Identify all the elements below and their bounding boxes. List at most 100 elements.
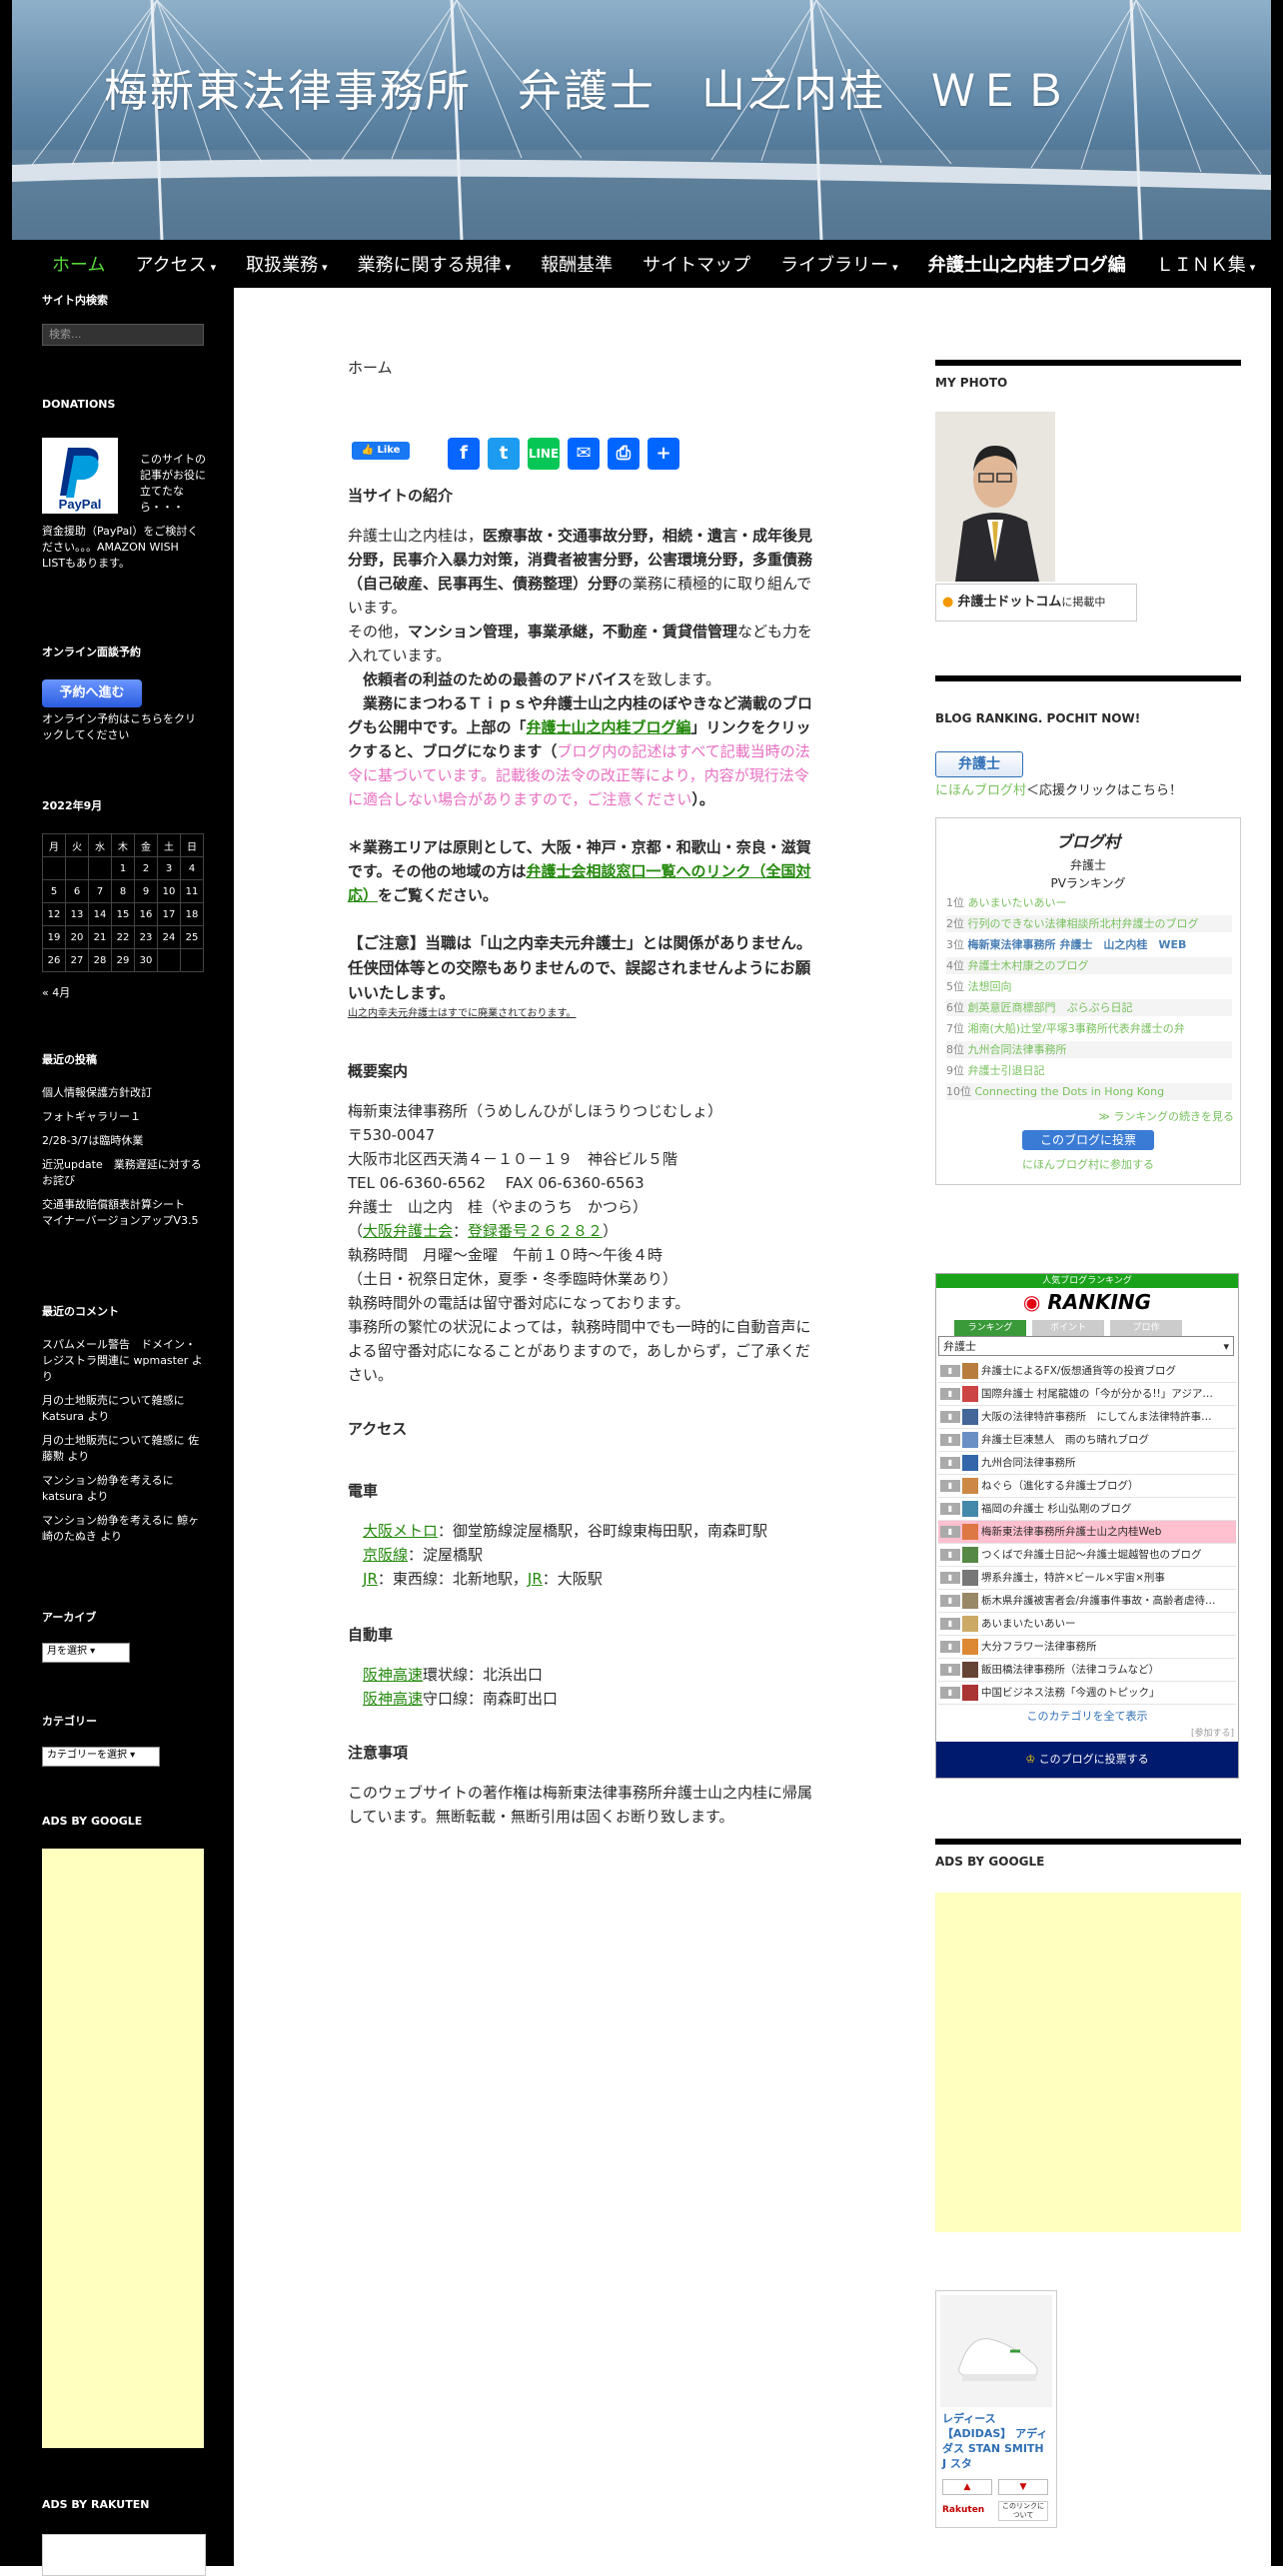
jr-link[interactable]: JR xyxy=(363,1570,378,1588)
hanshin-expressway-link[interactable]: 阪神高速 xyxy=(363,1666,423,1684)
nav-item-0[interactable]: ホーム xyxy=(52,251,105,277)
ninki-category-select[interactable]: 弁護士 ▾ xyxy=(938,1336,1234,1356)
nav-item-1[interactable]: アクセス ▾ xyxy=(135,251,216,277)
recent-post-link[interactable]: 交通事故賠償額表計算シート マイナーバージョンアップV3.5 xyxy=(42,1197,204,1229)
ninki-ranking-row[interactable]: ▮ 国際弁護士 村尾龍雄の「今が分かる!!」アジア… xyxy=(938,1383,1236,1406)
rakuten-note-link[interactable]: このリンクについて xyxy=(998,2501,1048,2521)
recent-comment-item[interactable]: マンション紛争を考えるに katsura より xyxy=(42,1473,204,1505)
widget-divider xyxy=(935,360,1241,366)
recent-post-link[interactable]: 近況update 業務遅延に対するお詫び xyxy=(42,1157,204,1189)
recent-post-link[interactable]: 2/28-3/7は臨時休業 xyxy=(42,1133,204,1149)
mura-ranking-row[interactable]: 10位 Connecting the Dots in Hong Kong xyxy=(946,1083,1232,1100)
mura-ranking-row[interactable]: 2位 行列のできない法律相談所北村弁護士のブログ xyxy=(946,915,1232,932)
left-google-ad[interactable] xyxy=(42,1849,204,2448)
ninki-ranking-row[interactable]: ▮ 大分フラワー法律事務所 xyxy=(938,1636,1236,1659)
recent-post-link[interactable]: フォトギャラリー１ xyxy=(42,1109,204,1125)
nav-item-6[interactable]: ライブラリー ▾ xyxy=(780,251,898,277)
ninki-ranking-row[interactable]: ▮ 九州合同法律事務所 xyxy=(938,1452,1236,1475)
profile-photo[interactable] xyxy=(935,412,1055,582)
mura-vote-button[interactable]: このブログに投票 xyxy=(1022,1130,1154,1150)
search-input[interactable]: 検索... xyxy=(42,324,204,346)
categories-select[interactable]: カテゴリーを選択 ▾ xyxy=(42,1747,160,1767)
mura-badge[interactable]: 弁護士 xyxy=(935,751,1023,777)
facebook-icon[interactable]: f xyxy=(448,438,480,470)
recent-comment-item[interactable]: 月の土地販売について雑感に 佐藤勲 より xyxy=(42,1433,204,1465)
ninki-ranking-row[interactable]: ▮ 梅新東法律事務所弁護士山之内桂Web xyxy=(938,1521,1236,1544)
print-icon[interactable]: ⎙ xyxy=(608,438,640,470)
recent-comment-item[interactable]: スパムメール警告 ドメイン・レジストラ関連に wpmaster より xyxy=(42,1337,204,1385)
registration-number-link[interactable]: 登録番号２６２８２ xyxy=(468,1222,603,1240)
ninki-tab[interactable]: ポイント xyxy=(1032,1320,1104,1336)
site-header-image[interactable]: 梅新東法律事務所 弁護士 山之内桂 ＷＥＢ xyxy=(12,0,1271,240)
mura-join-link[interactable]: にほんブログ村に参加する xyxy=(936,1156,1240,1172)
line-icon[interactable]: LINE xyxy=(528,438,560,470)
ninki-ranking-row[interactable]: ▮ あいまいたいあいー xyxy=(938,1613,1236,1636)
recent-post-link[interactable]: 個人情報保護方針改訂 xyxy=(42,1085,204,1101)
ninki-ranking-row[interactable]: ▮ 堺系弁護士，特許×ビール×宇宙×刑事 xyxy=(938,1567,1236,1590)
mura-ranking-row[interactable]: 6位 創英意匠商標部門 ぷらぷら日記 xyxy=(946,999,1232,1016)
mura-more-link[interactable]: ≫ ランキングの続きを見る xyxy=(1098,1108,1234,1124)
ninki-logo[interactable]: ◉ RANKING xyxy=(936,1290,1238,1314)
ninki-vote-button[interactable]: ♔ このブログに投票する xyxy=(936,1742,1238,1778)
rakuten-item-title[interactable]: レディース 【ADIDAS】 アディダス STAN SMITH J スタ xyxy=(942,2411,1050,2471)
archives-select[interactable]: 月を選択 ▾ xyxy=(42,1643,130,1663)
booking-button[interactable]: 予約へ進む xyxy=(42,679,142,707)
notice-small-link[interactable]: 山之内幸夫元弁護士はすでに廃業されております。 xyxy=(348,1007,577,1021)
ninki-ranking-row[interactable]: ▮ 弁護士巨凍慧人 雨のち晴れブログ xyxy=(938,1429,1236,1452)
paypal-button[interactable]: PayPal xyxy=(42,438,118,514)
jr-link-2[interactable]: JR xyxy=(528,1570,543,1588)
nav-item-8[interactable]: ＬＩＮＫ集 ▾ xyxy=(1156,251,1256,277)
nav-item-7[interactable]: 弁護士山之内桂ブログ編 xyxy=(928,251,1126,277)
mura-ranking-row[interactable]: 7位 湘南(大船)辻堂/平塚3事務所代表弁護士の弁 xyxy=(946,1020,1232,1037)
rakuten-ad[interactable]: レディース 【ADIDAS】 アディダス STAN SMITH J スタ ▲ ▼… xyxy=(935,2290,1057,2528)
prev-arrow-button[interactable]: ▲ xyxy=(942,2479,992,2495)
train-3-text-2: ：大阪駅 xyxy=(542,1570,603,1588)
right-google-ad[interactable] xyxy=(935,1893,1241,2232)
ninki-ranking-row[interactable]: ▮ つくばで弁護士日記～弁護士堀越智也のブログ xyxy=(938,1544,1236,1567)
bengo-dotcom-badge[interactable]: ● 弁護士ドットコムに掲載中 xyxy=(935,584,1137,622)
keihan-link[interactable]: 京阪線 xyxy=(363,1546,408,1564)
nav-item-5[interactable]: サイトマップ xyxy=(642,251,750,277)
ninki-tab[interactable]: ランキング xyxy=(954,1320,1026,1336)
mura-ranking-widget: ブログ村 弁護士 PVランキング 1位 あいまいたいあいー 2位 行列のできない法… xyxy=(935,817,1241,1185)
osaka-metro-link[interactable]: 大阪メトロ xyxy=(363,1522,438,1540)
mura-ranking-row[interactable]: 8位 九州合同法律事務所 xyxy=(946,1041,1232,1058)
mura-ranking-row[interactable]: 5位 法想回向 xyxy=(946,978,1232,995)
hanshin-expressway-link-2[interactable]: 阪神高速 xyxy=(363,1690,423,1708)
blog-link[interactable]: 弁護士山之内桂ブログ編 xyxy=(527,718,691,736)
recent-comment-item[interactable]: マンション紛争を考えるに 鯨ヶ崎のたぬき より xyxy=(42,1513,204,1545)
nav-item-3[interactable]: 業務に関する規律 ▾ xyxy=(358,251,512,277)
ninki-ranking-row[interactable]: ▮ 福岡の弁護士 杉山弘剛のブログ xyxy=(938,1498,1236,1521)
mura-ranking-row[interactable]: 3位 梅新東法律事務所 弁護士 山之内桂 WEB xyxy=(946,936,1232,953)
nav-item-2[interactable]: 取扱業務 ▾ xyxy=(246,251,328,277)
shoe-image[interactable] xyxy=(940,2295,1052,2407)
ninki-ranking-row[interactable]: ▮ 飯田橋法律事務所（法律コラムなど） xyxy=(938,1659,1236,1682)
ninki-ranking-row[interactable]: ▮ 弁護士によるFX/仮想通貨等の投資ブログ xyxy=(938,1360,1236,1383)
share-icon[interactable]: + xyxy=(647,438,679,470)
next-arrow-button[interactable]: ▼ xyxy=(998,2479,1048,2495)
ninki-ranking-row[interactable]: ▮ 大阪の法律特許事務所 にしてんま法律特許事… xyxy=(938,1406,1236,1429)
email-icon[interactable]: ✉ xyxy=(568,438,600,470)
mura-ranking-row[interactable]: 1位 あいまいたいあいー xyxy=(946,894,1232,911)
ninki-all-link[interactable]: このカテゴリを全て表示 xyxy=(936,1708,1238,1724)
mura-ranking-row[interactable]: 4位 弁護士木村康之のブログ xyxy=(946,957,1232,974)
fb-like-button[interactable]: 👍 Like xyxy=(352,442,410,460)
twitter-icon[interactable]: t xyxy=(488,438,520,470)
ninki-ranking-row[interactable]: ▮ 中国ビジネス法務「今週のトピック」 xyxy=(938,1682,1236,1705)
booking-text[interactable]: オンライン予約はこちらをクリックしてください xyxy=(42,711,204,743)
blog-thumbnail-icon xyxy=(962,1386,978,1402)
mura-logo[interactable]: ブログ村 xyxy=(936,828,1240,852)
mura-link[interactable]: にほんブログ村 xyxy=(935,783,1026,798)
recent-comment-item[interactable]: 月の土地販売について雑感に Katsura より xyxy=(42,1393,204,1425)
ninki-ranking-row[interactable]: ▮ ねぐら（進化する弁護士ブログ） xyxy=(938,1475,1236,1498)
site-title[interactable]: 梅新東法律事務所 弁護士 山之内桂 ＷＥＢ xyxy=(104,55,1069,119)
ninki-row-title: あいまいたいあいー xyxy=(981,1618,1076,1630)
calendar-prev-link[interactable]: « 4月 xyxy=(42,985,204,1001)
nav-item-4[interactable]: 報酬基準 xyxy=(541,251,613,277)
ninki-join-link[interactable]: [参加する] xyxy=(1191,1726,1234,1739)
mura-ranking-row[interactable]: 9位 弁護士引退日記 xyxy=(946,1062,1232,1079)
ninki-tab[interactable]: プロ作 xyxy=(1110,1320,1182,1336)
ninki-ranking-row[interactable]: ▮ 栃木県弁護被害者会/弁護事件事故・高齢者虐待… xyxy=(938,1590,1236,1613)
left-rakuten-ad[interactable] xyxy=(42,2534,206,2576)
osaka-bar-link[interactable]: 大阪弁護士会 xyxy=(363,1222,453,1240)
